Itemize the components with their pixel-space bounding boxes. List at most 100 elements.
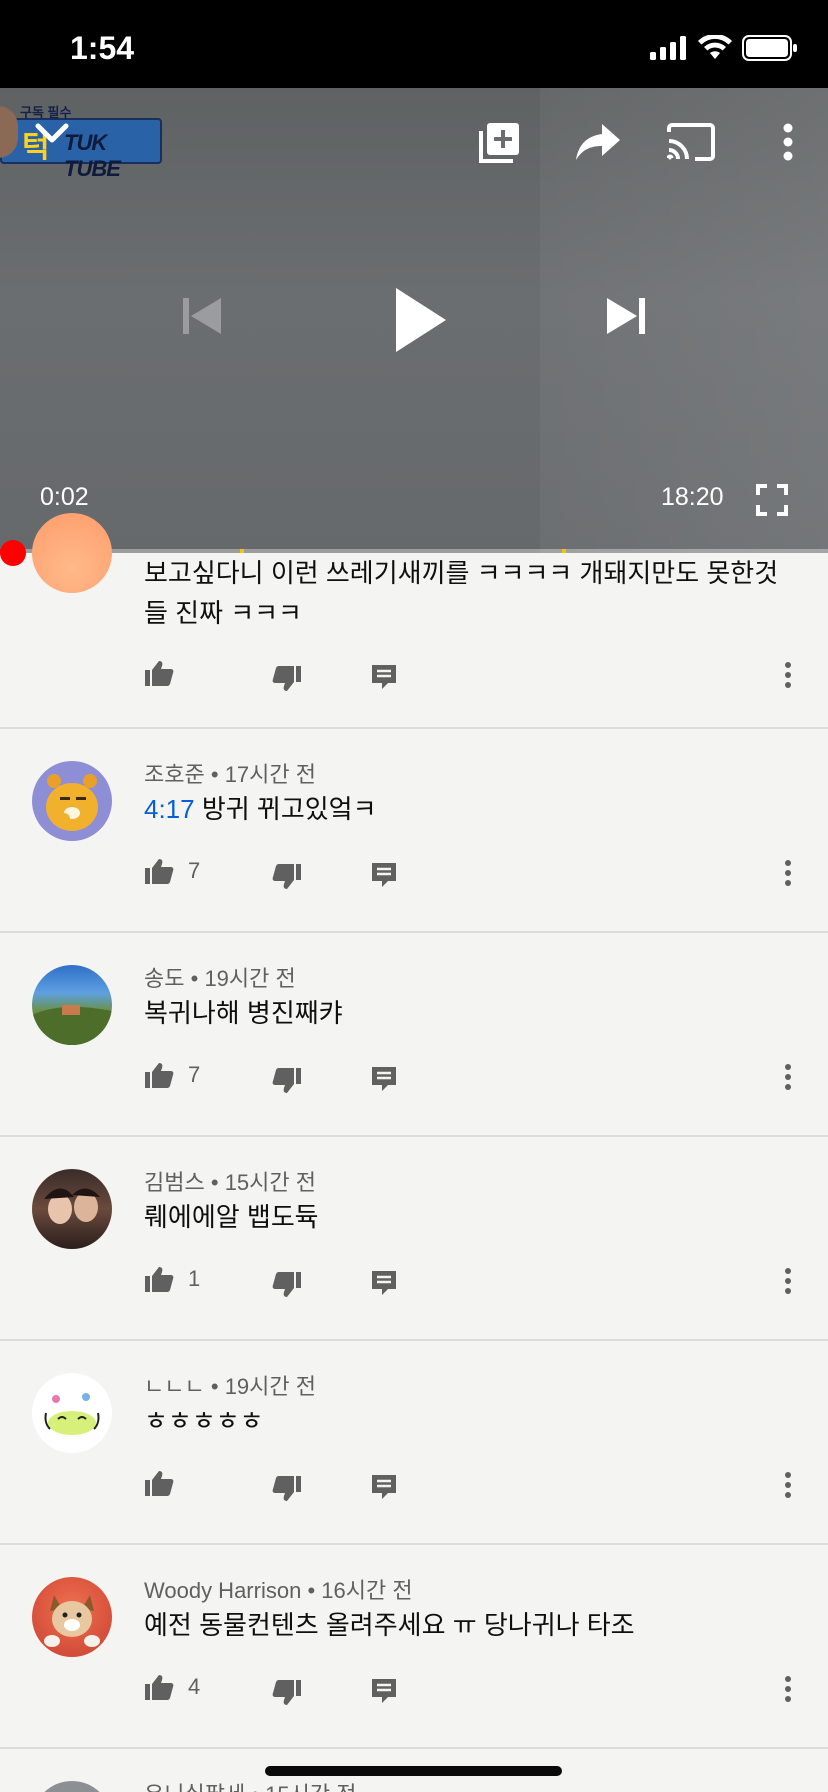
reply-button[interactable]	[370, 1065, 398, 1093]
dislike-button[interactable]	[272, 1271, 302, 1299]
doodle-face-icon	[44, 1393, 100, 1435]
like-button[interactable]: 7	[144, 857, 200, 885]
more-vertical-icon	[785, 1064, 791, 1090]
play-icon	[396, 288, 446, 352]
comment-more-button[interactable]	[784, 661, 792, 689]
thumbs-up-icon	[145, 1471, 174, 1496]
avatar[interactable]	[32, 1577, 112, 1657]
more-options-button[interactable]	[770, 118, 806, 166]
comment-meta: Woody Harrison • 16시간 전	[144, 1573, 413, 1605]
avatar[interactable]	[32, 965, 112, 1045]
comment-author[interactable]: Woody Harrison	[144, 1578, 301, 1603]
share-button[interactable]	[572, 118, 624, 166]
like-button[interactable]: 4	[144, 1673, 200, 1701]
reply-button[interactable]	[370, 861, 398, 889]
dislike-button[interactable]	[272, 1475, 302, 1503]
progress-scrubber[interactable]	[0, 540, 26, 566]
comment-item: 송도 • 19시간 전 복귀나해 병진째캬 7	[0, 933, 828, 1137]
dislike-button[interactable]	[272, 665, 302, 693]
dislike-button[interactable]	[272, 863, 302, 891]
previous-button[interactable]	[176, 290, 228, 342]
like-button[interactable]: 7	[144, 1061, 200, 1089]
like-button[interactable]	[144, 1469, 188, 1497]
next-button[interactable]	[600, 290, 652, 342]
dislike-button[interactable]	[272, 1679, 302, 1707]
like-count: 4	[188, 1674, 201, 1699]
avatar[interactable]	[32, 1169, 112, 1249]
comment-item: 보고싶다니 이런 쓰레기새끼를 ㅋㅋㅋㅋ 개돼지만도 못한것들 진짜 ㅋㅋㅋ	[0, 513, 828, 729]
reply-button[interactable]	[370, 1677, 398, 1705]
comment-item: 김범스 • 15시간 전 뤠에에알 뱁도듁 1	[0, 1137, 828, 1341]
meta-separator: •	[210, 1374, 219, 1399]
play-button[interactable]	[384, 280, 456, 360]
skip-previous-icon	[183, 298, 221, 334]
comment-author[interactable]: 송도	[144, 966, 184, 991]
more-vertical-icon	[783, 123, 793, 161]
comment-text: 예전 동물컨텐츠 올려주세요 ㅠ 당나귀나 타조	[144, 1610, 635, 1640]
dislike-button[interactable]	[272, 1067, 302, 1095]
current-time: 0:02	[40, 483, 89, 511]
comment-author[interactable]: 조호준	[144, 762, 205, 787]
meta-separator: •	[210, 1170, 219, 1195]
avatar[interactable]	[32, 513, 112, 593]
couple-photo-icon	[44, 1188, 100, 1224]
more-vertical-icon	[785, 662, 791, 688]
thumbs-up-icon	[145, 859, 174, 884]
battery-icon	[742, 35, 797, 61]
comment-author[interactable]: ㄴㄴㄴ	[144, 1374, 205, 1399]
minimize-button[interactable]	[30, 112, 74, 156]
comment-time: 16시간 전	[321, 1578, 413, 1603]
like-count: 1	[188, 1266, 201, 1291]
thumbs-down-icon	[272, 1680, 301, 1705]
avatar[interactable]	[32, 1781, 112, 1792]
reply-icon	[372, 863, 396, 887]
reply-icon	[372, 1271, 396, 1295]
fullscreen-button[interactable]	[752, 480, 792, 520]
thumbs-down-icon	[272, 1068, 301, 1093]
comment-time: 15시간 전	[265, 1782, 356, 1792]
avatar[interactable]	[32, 761, 112, 841]
reply-icon	[372, 1679, 396, 1703]
avatar[interactable]	[32, 1373, 112, 1453]
cellular-signal-icon	[650, 36, 686, 60]
ryan-character-icon	[46, 774, 98, 831]
like-count: 7	[188, 1062, 201, 1087]
reply-button[interactable]	[370, 663, 398, 691]
reply-icon	[372, 665, 396, 689]
like-button[interactable]	[144, 659, 188, 687]
status-icons	[650, 34, 798, 62]
video-player[interactable]: 구독 필수 턱 TUK TUBE 0:02 18:20	[0, 88, 828, 553]
comment-author[interactable]: 유니실팔세	[144, 1782, 245, 1792]
total-duration: 18:20	[661, 483, 724, 511]
thumbs-up-icon	[145, 1063, 174, 1088]
reply-icon	[372, 1067, 396, 1091]
thumbs-down-icon	[272, 864, 301, 889]
reply-button[interactable]	[370, 1269, 398, 1297]
status-bar: 1:54	[0, 0, 828, 88]
comment-author[interactable]: 김범스	[144, 1170, 205, 1195]
comment-item: Woody Harrison • 16시간 전 예전 동물컨텐츠 올려주세요 ㅠ…	[0, 1545, 828, 1749]
comment-more-button[interactable]	[784, 1675, 792, 1703]
cast-icon	[667, 123, 715, 161]
timestamp-link[interactable]: 4:17	[144, 794, 195, 824]
meta-separator: •	[307, 1578, 316, 1603]
comment-actions	[0, 1469, 828, 1509]
comment-item: 조호준 • 17시간 전 4:17 방귀 뀌고있엌ㅋ 7	[0, 729, 828, 933]
more-vertical-icon	[785, 1472, 791, 1498]
thumbs-up-icon	[145, 1675, 174, 1700]
reply-button[interactable]	[370, 1473, 398, 1501]
thumbs-down-icon	[272, 666, 301, 691]
landscape-photo-icon	[32, 1005, 112, 1045]
like-button[interactable]: 1	[144, 1265, 200, 1293]
channel-watermark: 구독 필수 턱 TUK TUBE	[0, 98, 162, 181]
comment-more-button[interactable]	[784, 859, 792, 887]
more-vertical-icon	[785, 860, 791, 886]
cast-button[interactable]	[665, 118, 717, 166]
comment-body: 방귀 뀌고있엌ㅋ	[194, 794, 377, 824]
comment-text: 복귀나해 병진째캬	[144, 998, 343, 1028]
comment-more-button[interactable]	[784, 1267, 792, 1295]
comment-more-button[interactable]	[784, 1471, 792, 1499]
add-to-playlist-button[interactable]	[476, 118, 524, 166]
comment-actions: 7	[0, 1061, 828, 1101]
comment-more-button[interactable]	[784, 1063, 792, 1091]
